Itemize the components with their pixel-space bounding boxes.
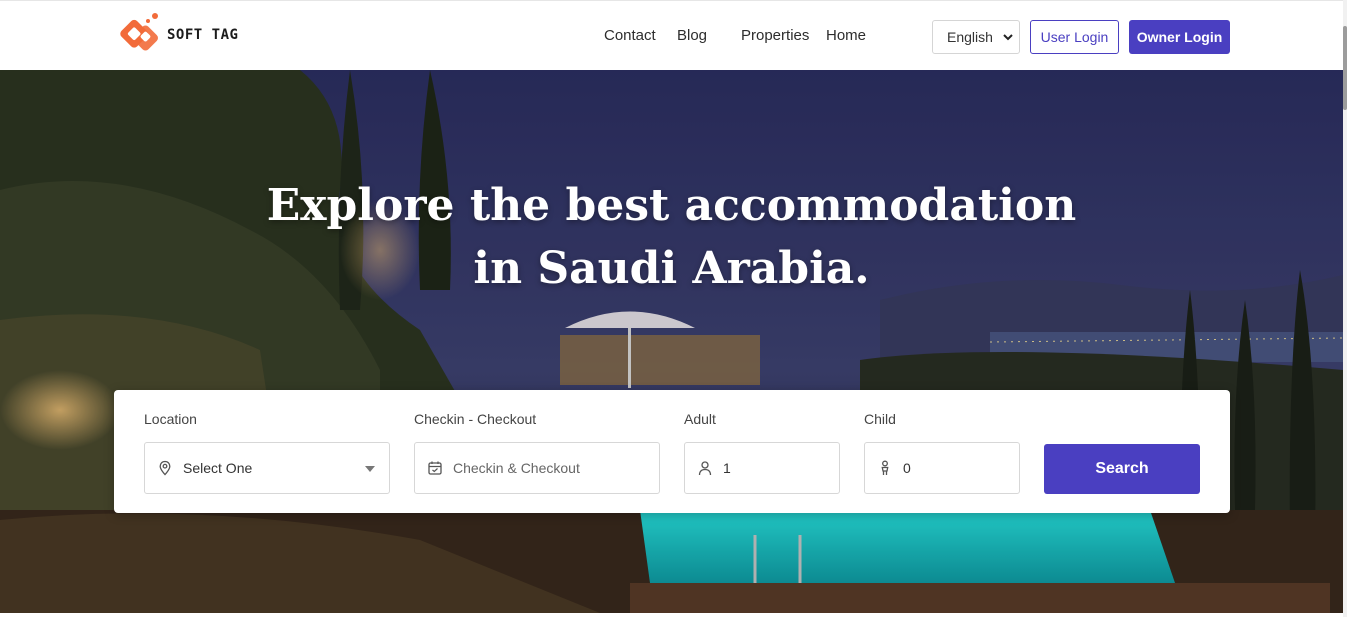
child-value: 0: [903, 460, 911, 476]
hero-title-line-2: in Saudi Arabia.: [473, 243, 870, 294]
dates-label: Checkin - Checkout: [414, 411, 537, 427]
child-icon: [877, 460, 893, 476]
dates-input[interactable]: Checkin & Checkout: [414, 442, 660, 494]
chevron-down-icon: [1003, 34, 1013, 41]
adult-label: Adult: [684, 411, 716, 427]
child-input[interactable]: 0: [864, 442, 1020, 494]
location-label: Location: [144, 411, 197, 427]
adult-value: 1: [723, 460, 731, 476]
hero-title: Explore the best accommodation in Saudi …: [0, 174, 1343, 300]
nav-contact[interactable]: Contact: [604, 27, 656, 44]
user-icon: [697, 460, 713, 476]
calendar-icon: [427, 460, 443, 476]
nav-home[interactable]: Home: [826, 27, 866, 44]
child-label: Child: [864, 411, 896, 427]
dates-placeholder: Checkin & Checkout: [453, 460, 580, 476]
location-value: Select One: [183, 460, 253, 476]
map-pin-icon: [157, 460, 173, 476]
language-select[interactable]: English: [932, 20, 1020, 54]
caret-down-icon: [365, 466, 375, 472]
search-card: Location Select One Checkin - Checkout C…: [114, 390, 1230, 513]
language-selected: English: [947, 29, 993, 45]
brand-name: SOFT TAG: [167, 27, 239, 43]
brand-logo[interactable]: SOFT TAG: [117, 12, 238, 58]
hero-section: Explore the best accommodation in Saudi …: [0, 70, 1343, 613]
hero-background-image: [0, 70, 1343, 613]
user-login-button[interactable]: User Login: [1030, 20, 1119, 54]
location-select[interactable]: Select One: [144, 442, 390, 494]
adult-input[interactable]: 1: [684, 442, 840, 494]
hero-title-line-1: Explore the best accommodation: [266, 180, 1077, 231]
nav-properties[interactable]: Properties: [741, 27, 809, 44]
scrollbar-thumb[interactable]: [1343, 26, 1347, 110]
nav-blog[interactable]: Blog: [677, 27, 707, 44]
search-button[interactable]: Search: [1044, 444, 1200, 494]
site-header: SOFT TAG Contact Blog Properties Home En…: [0, 0, 1343, 71]
owner-login-button[interactable]: Owner Login: [1129, 20, 1230, 54]
soft-tag-logo-icon: [120, 13, 158, 51]
